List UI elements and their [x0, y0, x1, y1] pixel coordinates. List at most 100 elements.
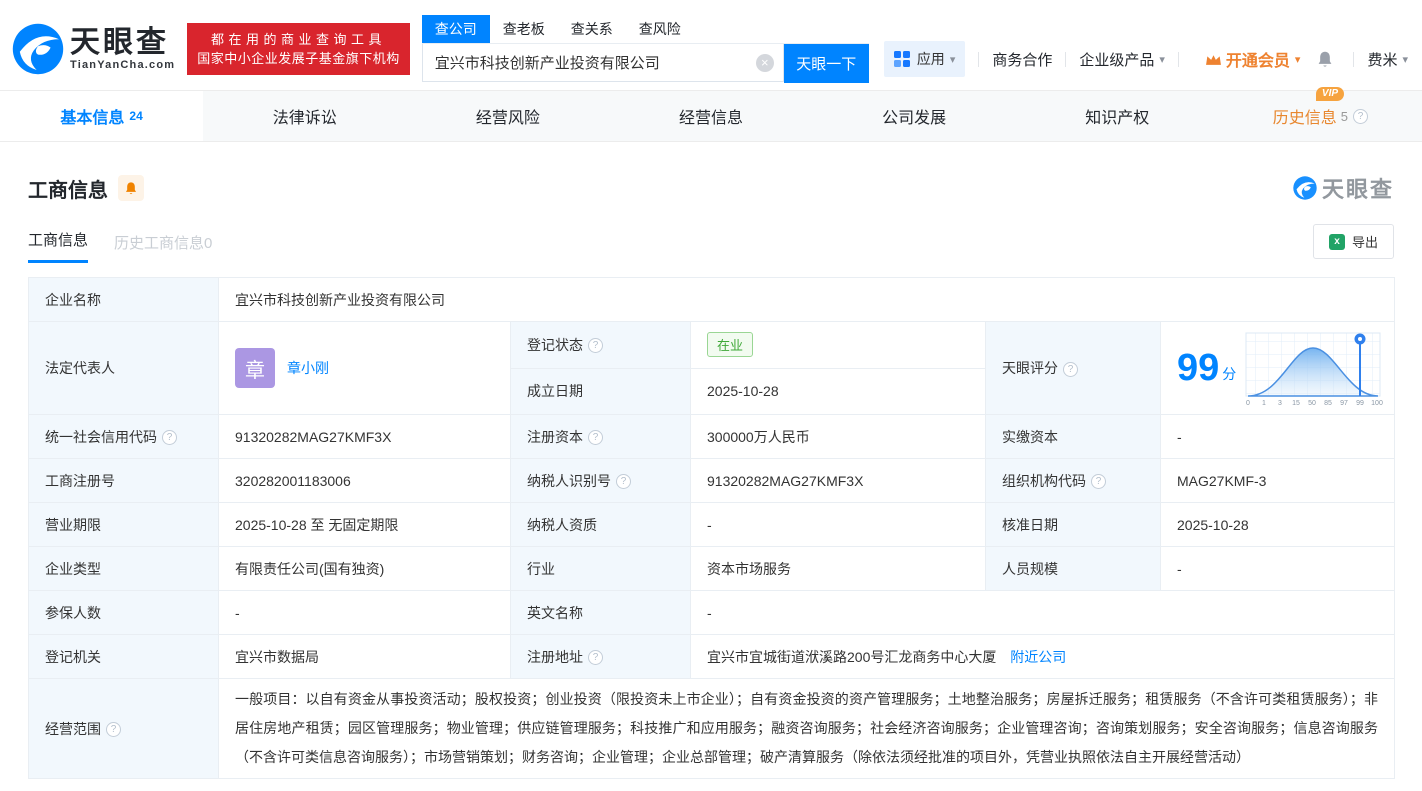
- tab-legal-proceedings[interactable]: 法律诉讼: [203, 91, 406, 141]
- help-icon[interactable]: [1063, 361, 1078, 377]
- monitor-bell-button[interactable]: [118, 175, 144, 201]
- table-row: 营业期限 2025-10-28 至 无固定期限 纳税人资质 - 核准日期 202…: [28, 502, 1396, 547]
- search-tabs: 查公司 查老板 查关系 查风险: [421, 15, 869, 43]
- nav-enterprise-label: 企业级产品: [1079, 51, 1155, 69]
- label-credit-code: 统一社会信用代码: [28, 414, 219, 459]
- apps-menu-button[interactable]: 应用: [883, 41, 966, 77]
- label-taxpayer-id: 纳税人识别号: [510, 458, 691, 503]
- help-icon[interactable]: [106, 722, 121, 738]
- company-tab-bar: 基本信息 24 法律诉讼 经营风险 经营信息 公司发展 知识产权 VIP 历史信…: [0, 87, 1422, 142]
- help-icon[interactable]: [588, 430, 603, 446]
- tab-history-info[interactable]: VIP 历史信息 5: [1219, 87, 1422, 141]
- tab-company-development[interactable]: 公司发展: [813, 91, 1016, 141]
- value-legal-representative: 章 章小刚: [218, 321, 511, 415]
- label-company-name: 企业名称: [28, 277, 219, 322]
- help-icon[interactable]: [162, 430, 177, 446]
- chevron-down-icon: [1295, 53, 1301, 66]
- axis-tick: 50: [1308, 400, 1316, 407]
- value-taxpayer-quality: -: [690, 502, 986, 547]
- nav-cooperation[interactable]: 商务合作: [992, 49, 1052, 70]
- chevron-down-icon: [1402, 53, 1408, 66]
- value-registered-address: 宜兴市宜城街道洑溪路200号汇龙商务中心大厦 附近公司: [689, 634, 1396, 679]
- tab-intellectual-property[interactable]: 知识产权: [1016, 91, 1219, 141]
- value-org-code: MAG27KMF-3: [1159, 458, 1396, 503]
- search-button[interactable]: 天眼一下: [783, 44, 869, 83]
- business-info-table: 企业名称 宜兴市科技创新产业投资有限公司 法定代表人 章 章小刚 登记状态 在业…: [28, 277, 1396, 779]
- nav-open-vip[interactable]: 开通会员: [1205, 47, 1301, 71]
- table-row: 企业名称 宜兴市科技创新产业投资有限公司: [28, 277, 1396, 322]
- status-badge: 在业: [707, 332, 754, 358]
- notification-bell-icon[interactable]: [1316, 50, 1334, 69]
- tab-label: 基本信息: [60, 110, 125, 127]
- axis-tick: 97: [1340, 400, 1348, 407]
- axis-tick: 1: [1262, 400, 1266, 407]
- search-input-wrap: [421, 44, 784, 82]
- help-icon[interactable]: [588, 650, 603, 666]
- avatar[interactable]: 章: [235, 348, 275, 388]
- value-tyc-score: 99 分 0 1 3 15 50 85 97 99 100: [1159, 321, 1396, 415]
- tab-basic-info[interactable]: 基本信息 24: [0, 91, 204, 141]
- label-registration-authority: 登记机关: [28, 634, 219, 679]
- tab-business-risk[interactable]: 经营风险: [406, 91, 609, 141]
- value-registered-capital: 300000万人民币: [690, 414, 986, 459]
- help-icon[interactable]: [588, 338, 603, 354]
- search-tab-risk[interactable]: 查风险: [626, 15, 694, 43]
- label-industry: 行业: [510, 546, 691, 591]
- table-row: 参保人数 - 英文名称 -: [28, 590, 1396, 635]
- nearby-companies-link[interactable]: 附近公司: [1010, 649, 1066, 665]
- value-registration-authority: 宜兴市数据局: [218, 634, 511, 679]
- address-text: 宜兴市宜城街道洑溪路200号汇龙商务中心大厦: [707, 648, 997, 665]
- search-tab-company[interactable]: 查公司: [421, 15, 490, 43]
- search-input[interactable]: [422, 44, 783, 81]
- tab-business-info[interactable]: 经营信息: [609, 91, 812, 141]
- label-business-scope: 经营范围: [28, 678, 219, 779]
- value-insured-count: -: [218, 590, 511, 635]
- search-block: 查公司 查老板 查关系 查风险 天眼一下: [421, 15, 869, 83]
- tab-count: 24: [129, 109, 143, 123]
- subtab-business-registration[interactable]: 工商信息: [28, 229, 89, 263]
- slogan-banner: 都在用的商业查询工具 国家中小企业发展子基金旗下机构: [187, 23, 410, 75]
- help-icon[interactable]: [616, 474, 631, 490]
- label-registered-address: 注册地址: [510, 634, 691, 679]
- axis-tick: 85: [1324, 400, 1332, 407]
- clear-search-icon[interactable]: [755, 54, 774, 72]
- value-approval-date: 2025-10-28: [1159, 502, 1396, 547]
- value-registration-number: 320282001183006: [218, 458, 511, 503]
- score-unit: 分: [1222, 366, 1237, 382]
- tianyancha-logo-icon: [12, 23, 64, 75]
- axis-tick: 99: [1356, 400, 1364, 407]
- search-tab-relation[interactable]: 查关系: [558, 15, 626, 43]
- tab-label: 法律诉讼: [272, 110, 337, 127]
- export-button[interactable]: 导出: [1312, 224, 1394, 259]
- tab-label: 经营风险: [475, 110, 540, 127]
- label-establish-date: 成立日期: [510, 367, 691, 415]
- score-number: 99: [1177, 347, 1220, 389]
- subtab-history-registration[interactable]: 历史工商信息0: [114, 232, 212, 263]
- tianyancha-logo[interactable]: 天眼查 TianYanCha.com: [10, 21, 175, 77]
- user-menu[interactable]: 费米: [1367, 49, 1408, 70]
- tab-label: 历史信息: [1272, 110, 1337, 127]
- label-english-name: 英文名称: [510, 590, 691, 635]
- subtabs-row: 工商信息 历史工商信息0 导出: [0, 204, 1422, 263]
- legal-representative-link[interactable]: 章小刚: [287, 358, 329, 378]
- vip-badge: VIP: [1315, 87, 1345, 101]
- chevron-down-icon: [1159, 53, 1165, 66]
- table-row: 企业类型 有限责任公司(国有独资) 行业 资本市场服务 人员规模 -: [28, 546, 1396, 591]
- value-business-scope: 一般项目：以自有资金从事投资活动；股权投资；创业投资（限投资未上市企业）；自有资…: [217, 678, 1396, 779]
- slogan-line2: 国家中小企业发展子基金旗下机构: [197, 51, 400, 66]
- score-distribution-chart[interactable]: 0 1 3 15 50 85 97 99 100: [1242, 328, 1384, 408]
- username: 费米: [1367, 51, 1398, 69]
- nav-enterprise-products[interactable]: 企业级产品: [1079, 49, 1165, 70]
- watermark-text: 天眼查: [1321, 177, 1394, 202]
- help-icon[interactable]: [1091, 474, 1106, 490]
- search-tab-boss[interactable]: 查老板: [490, 15, 558, 43]
- label-legal-representative: 法定代表人: [28, 321, 219, 415]
- table-row: 法定代表人 章 章小刚 登记状态 在业 天眼评分 99 分: [28, 321, 1396, 415]
- crown-icon: [1205, 54, 1221, 65]
- label-staff-size: 人员规模: [985, 546, 1161, 591]
- value-english-name: -: [689, 590, 1396, 635]
- axis-tick: 100: [1371, 400, 1383, 407]
- help-icon[interactable]: [1353, 108, 1369, 124]
- label-insured-count: 参保人数: [28, 590, 219, 635]
- axis-tick: 15: [1292, 400, 1300, 407]
